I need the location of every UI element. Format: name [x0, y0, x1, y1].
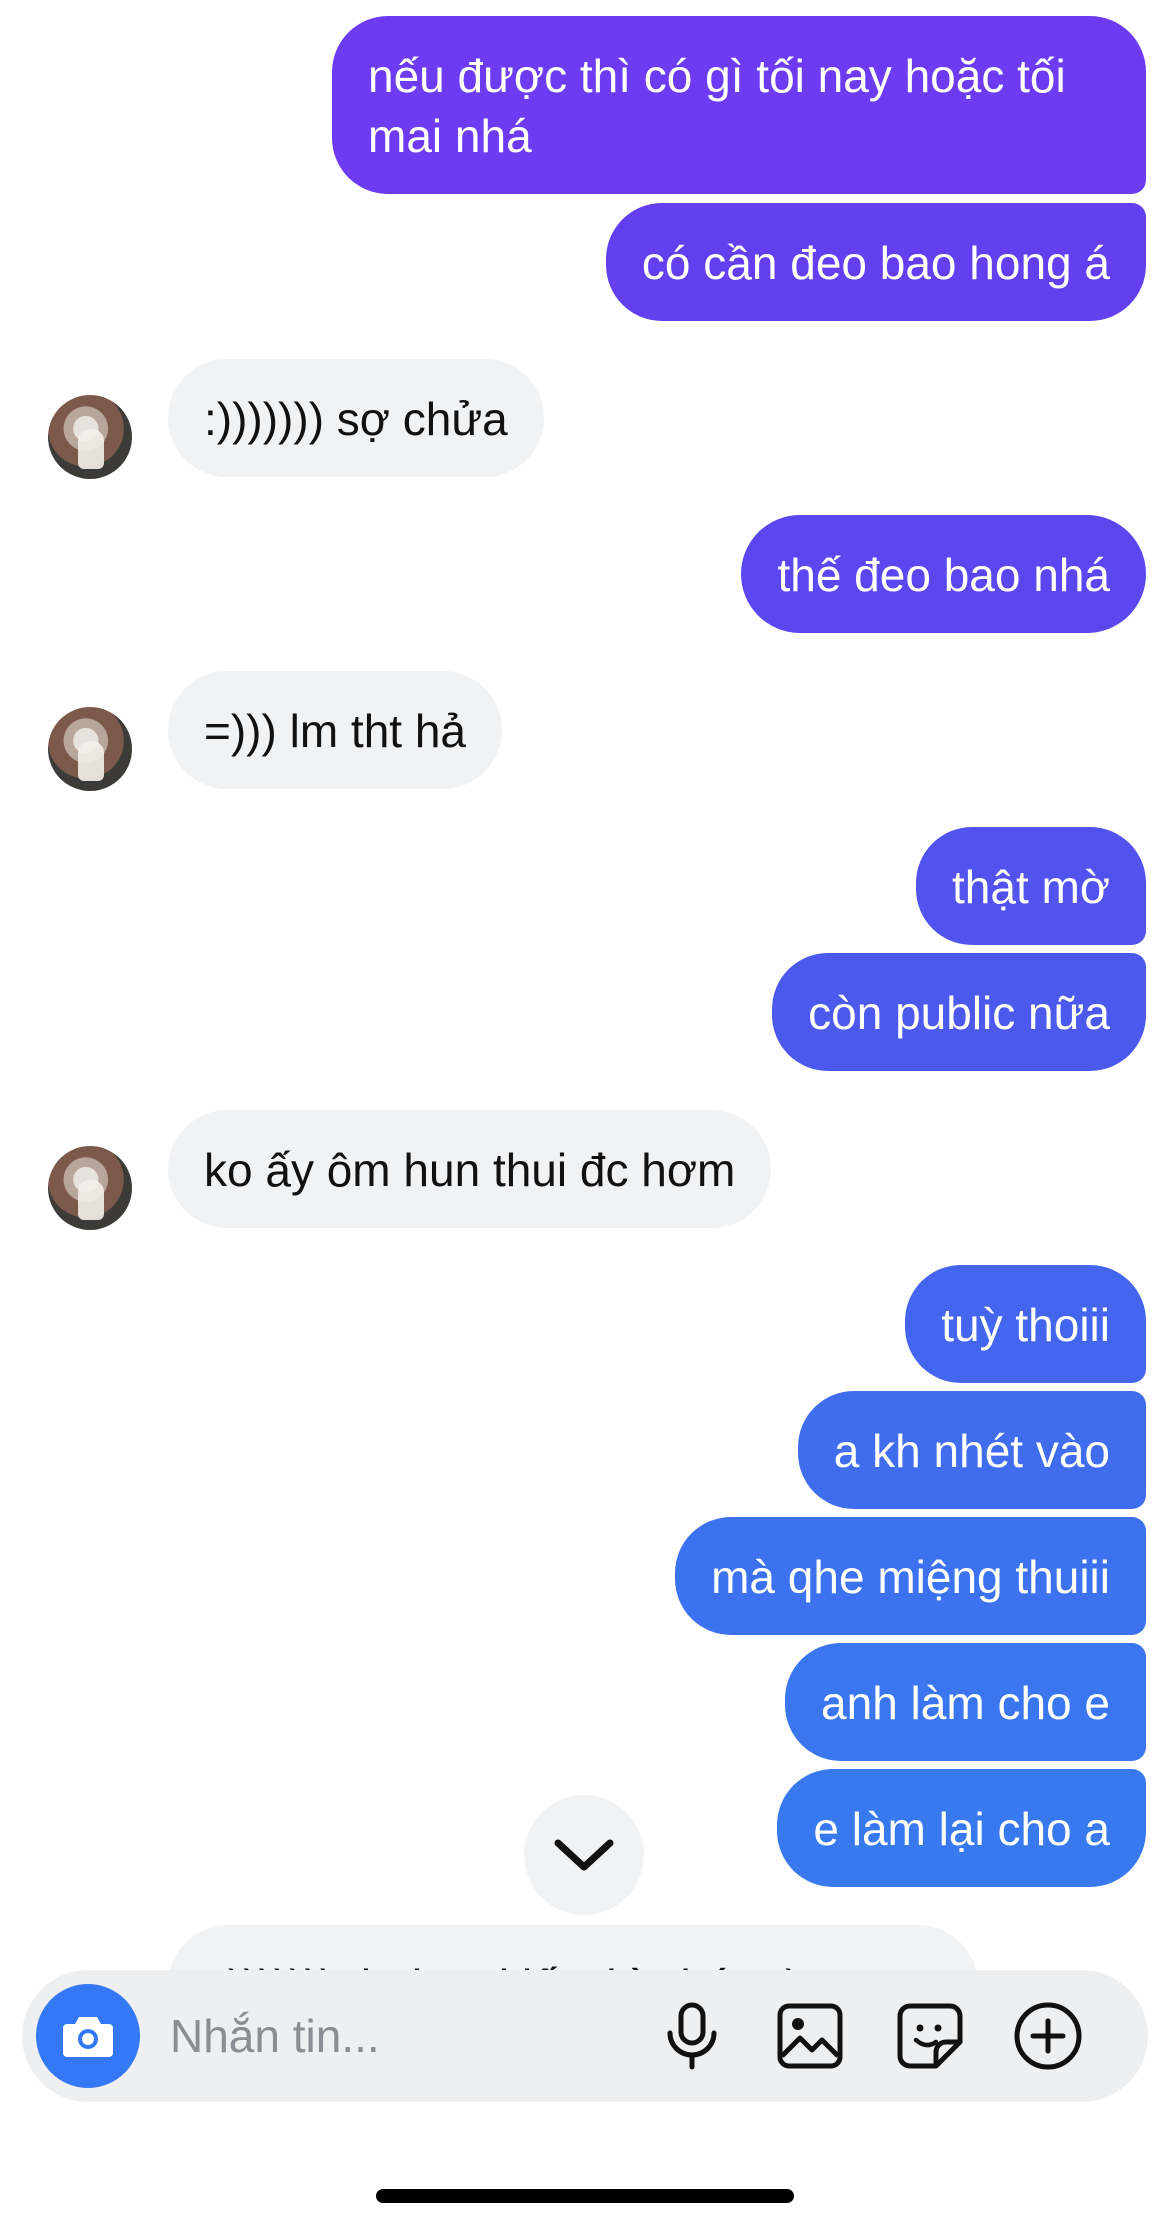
message-bubble-outgoing[interactable]: còn public nữa — [772, 953, 1146, 1071]
scroll-to-bottom-button[interactable] — [524, 1795, 644, 1915]
chat-screen: nếu được thì có gì tối nay hoặc tối mai … — [0, 0, 1170, 2226]
microphone-button[interactable] — [656, 2000, 728, 2072]
message-bubble-outgoing[interactable]: a kh nhét vào — [797, 1391, 1146, 1509]
message-input[interactable]: Nhắn tin... — [170, 2006, 380, 2066]
message-composer: Nhắn tin... — [22, 1970, 1148, 2102]
gallery-button[interactable] — [774, 2000, 846, 2072]
message-bubble-outgoing[interactable]: nếu được thì có gì tối nay hoặc tối mai … — [332, 16, 1146, 194]
image-icon — [777, 2003, 843, 2069]
camera-button[interactable] — [36, 1984, 140, 2088]
home-indicator[interactable] — [376, 2189, 794, 2203]
message-bubble-incoming[interactable]: ko ấy ôm hun thui đc hơm — [168, 1110, 772, 1228]
plus-circle-icon — [1014, 2002, 1082, 2070]
message-bubble-outgoing[interactable]: e làm lại cho a — [777, 1769, 1146, 1887]
contact-avatar[interactable] — [48, 1146, 132, 1230]
message-bubble-incoming[interactable]: :))))))) sợ chửa — [168, 359, 544, 477]
more-button[interactable] — [1012, 2000, 1084, 2072]
message-bubble-outgoing[interactable]: tuỳ thoiii — [905, 1265, 1146, 1383]
sticker-icon — [897, 2003, 963, 2069]
message-bubble-outgoing[interactable]: mà qhe miệng thuiii — [675, 1517, 1146, 1635]
message-bubble-incoming[interactable]: =))) lm tht hả — [168, 671, 503, 789]
camera-icon — [63, 2017, 113, 2057]
chevron-down-icon — [554, 1839, 614, 1871]
message-bubble-outgoing[interactable]: có cần đeo bao hong á — [605, 203, 1146, 321]
contact-avatar[interactable] — [48, 707, 132, 791]
message-bubble-outgoing[interactable]: thật mờ — [916, 827, 1146, 945]
message-bubble-outgoing[interactable]: thế đeo bao nhá — [741, 515, 1146, 633]
sticker-button[interactable] — [894, 2000, 966, 2072]
microphone-icon — [667, 2002, 717, 2070]
message-bubble-outgoing[interactable]: anh làm cho e — [785, 1643, 1146, 1761]
contact-avatar[interactable] — [48, 395, 132, 479]
